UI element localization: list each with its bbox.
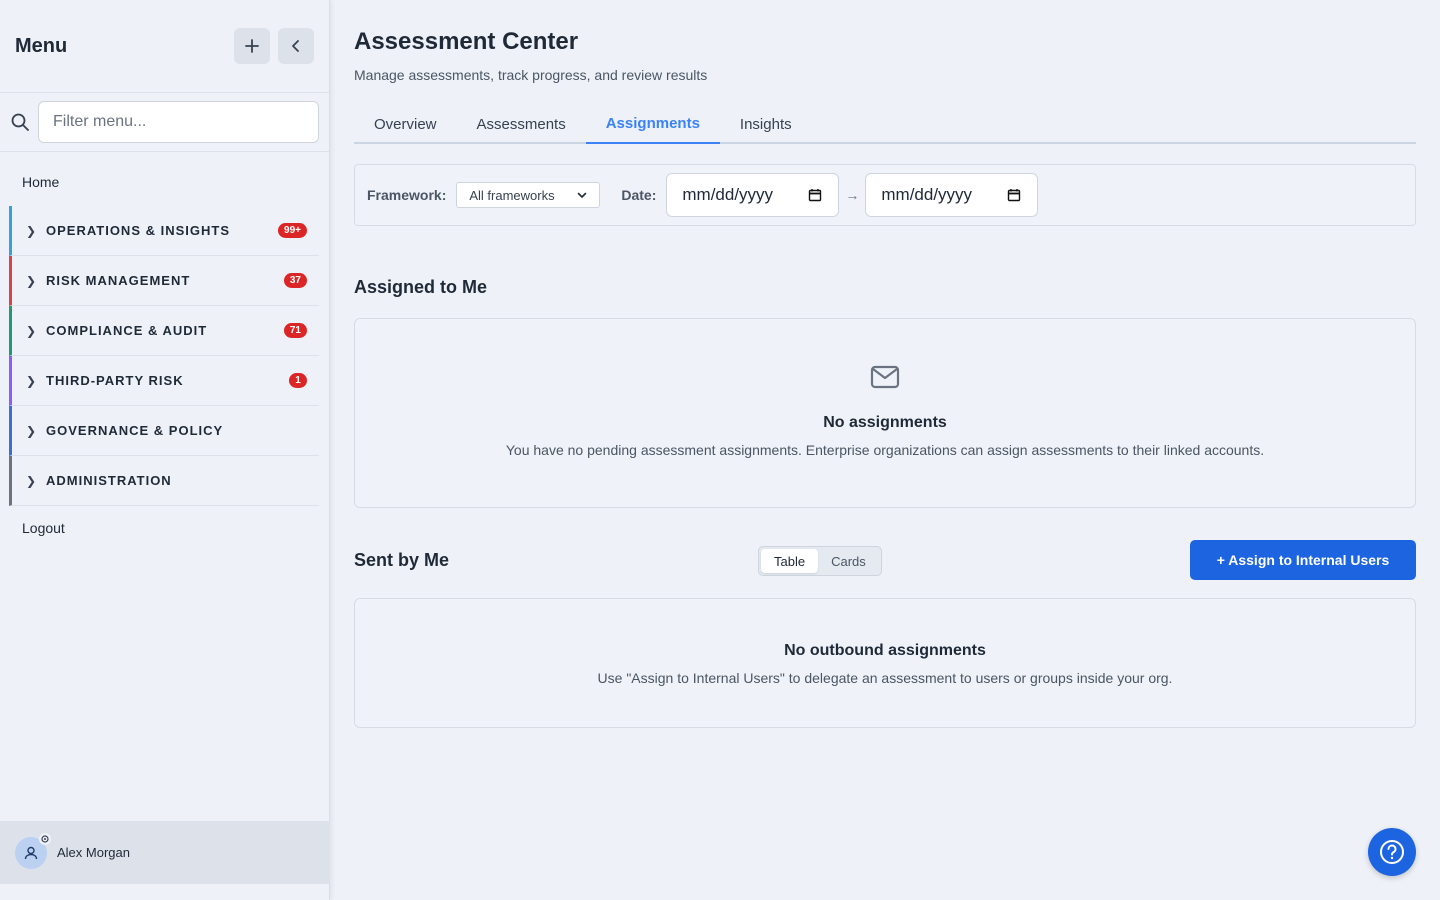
assigned-empty-state: No assignments You have no pending asses… — [354, 318, 1416, 508]
chevron-left-icon — [292, 40, 299, 52]
empty-state-text: Use "Assign to Internal Users" to delega… — [597, 670, 1173, 686]
user-icon — [24, 846, 38, 859]
count-badge: 99+ — [278, 223, 307, 238]
date-to-input[interactable]: mm/dd/yyyy — [865, 173, 1039, 217]
sidebar-group-administration[interactable]: ❯ ADMINISTRATION — [9, 456, 319, 506]
tab-assessments[interactable]: Assessments — [457, 104, 586, 144]
date-from-input[interactable]: mm/dd/yyyy — [666, 173, 840, 217]
sidebar-search — [0, 93, 329, 152]
avatar — [15, 832, 51, 869]
sidebar-header: Menu — [0, 0, 329, 93]
sidebar-title: Menu — [15, 34, 68, 57]
chevron-right-icon: ❯ — [26, 423, 37, 438]
empty-state-title: No outbound assignments — [784, 642, 986, 659]
tab-overview[interactable]: Overview — [354, 104, 457, 144]
sidebar-group-label: OPERATIONS & INSIGHTS — [46, 223, 230, 238]
gear-icon — [39, 832, 51, 845]
sidebar-item-logout[interactable]: Logout — [0, 512, 329, 544]
help-button[interactable] — [1368, 828, 1416, 876]
sent-empty-state: No outbound assignments Use "Assign to I… — [354, 598, 1416, 728]
chevron-right-icon: ❯ — [26, 473, 37, 488]
chevron-right-icon: ❯ — [26, 273, 37, 288]
date-range-arrow: → — [845, 187, 860, 203]
sidebar-group-label: RISK MANAGEMENT — [46, 273, 191, 288]
count-badge: 1 — [289, 373, 307, 388]
chevron-right-icon: ❯ — [26, 223, 37, 238]
collapse-sidebar-button[interactable] — [278, 28, 314, 64]
sidebar-group-label: GOVERNANCE & POLICY — [46, 423, 224, 438]
date-from-value: mm/dd/yyyy — [682, 185, 774, 204]
sidebar-group-label: ADMINISTRATION — [46, 473, 172, 488]
filter-menu-input[interactable] — [38, 101, 319, 143]
date-to-value: mm/dd/yyyy — [881, 185, 973, 204]
view-toggle: Table Cards — [758, 546, 882, 576]
chevron-right-icon: ❯ — [26, 373, 37, 388]
sidebar-group-operations-insights[interactable]: ❯ OPERATIONS & INSIGHTS 99+ — [9, 206, 319, 256]
sidebar-group-label: THIRD-PARTY RISK — [46, 373, 184, 388]
framework-label: Framework: — [367, 187, 447, 203]
calendar-icon[interactable] — [808, 188, 822, 202]
date-label: Date: — [621, 187, 657, 203]
tab-bar: Overview Assessments Assignments Insight… — [354, 104, 1416, 144]
user-footer[interactable]: Alex Morgan — [0, 821, 330, 884]
plus-icon — [245, 39, 259, 53]
add-menu-button[interactable] — [234, 28, 270, 64]
filter-bar: Framework: All frameworks Date: mm/dd/yy… — [354, 164, 1416, 226]
question-icon — [1380, 840, 1404, 864]
empty-state-title: No assignments — [823, 414, 947, 431]
tab-insights[interactable]: Insights — [720, 104, 812, 144]
page-title: Assessment Center — [354, 28, 579, 55]
view-table-button[interactable]: Table — [761, 549, 819, 573]
empty-state-text: You have no pending assessment assignmen… — [505, 442, 1265, 458]
framework-select[interactable]: All frameworks — [456, 182, 601, 208]
mail-icon — [355, 365, 1415, 394]
chevron-down-icon — [578, 192, 587, 199]
sidebar-group-risk-management[interactable]: ❯ RISK MANAGEMENT 37 — [9, 256, 319, 306]
sidebar-group-third-party-risk[interactable]: ❯ THIRD-PARTY RISK 1 — [9, 356, 319, 406]
assigned-to-me-title: Assigned to Me — [354, 277, 488, 297]
count-badge: 71 — [283, 323, 307, 338]
framework-select-value: All frameworks — [469, 187, 555, 203]
sidebar-group-compliance-audit[interactable]: ❯ COMPLIANCE & AUDIT 71 — [9, 306, 319, 356]
chevron-right-icon: ❯ — [26, 323, 37, 338]
sent-by-me-title: Sent by Me — [354, 550, 450, 570]
count-badge: 37 — [283, 273, 307, 288]
sidebar-item-home[interactable]: Home — [0, 166, 329, 198]
view-cards-button[interactable]: Cards — [818, 549, 879, 573]
tab-assignments[interactable]: Assignments — [585, 104, 720, 144]
sidebar-group-governance-policy[interactable]: ❯ GOVERNANCE & POLICY — [9, 406, 319, 456]
sidebar: Menu Home ❯ OPERATIONS & INSIGHTS 99+ ❯ … — [0, 0, 330, 900]
sidebar-group-label: COMPLIANCE & AUDIT — [46, 323, 208, 338]
search-icon — [10, 112, 38, 132]
page-subtitle: Manage assessments, track progress, and … — [354, 67, 708, 83]
calendar-icon[interactable] — [1007, 188, 1021, 202]
user-name: Alex Morgan — [57, 845, 130, 860]
assign-internal-users-button[interactable]: + Assign to Internal Users — [1190, 540, 1416, 580]
